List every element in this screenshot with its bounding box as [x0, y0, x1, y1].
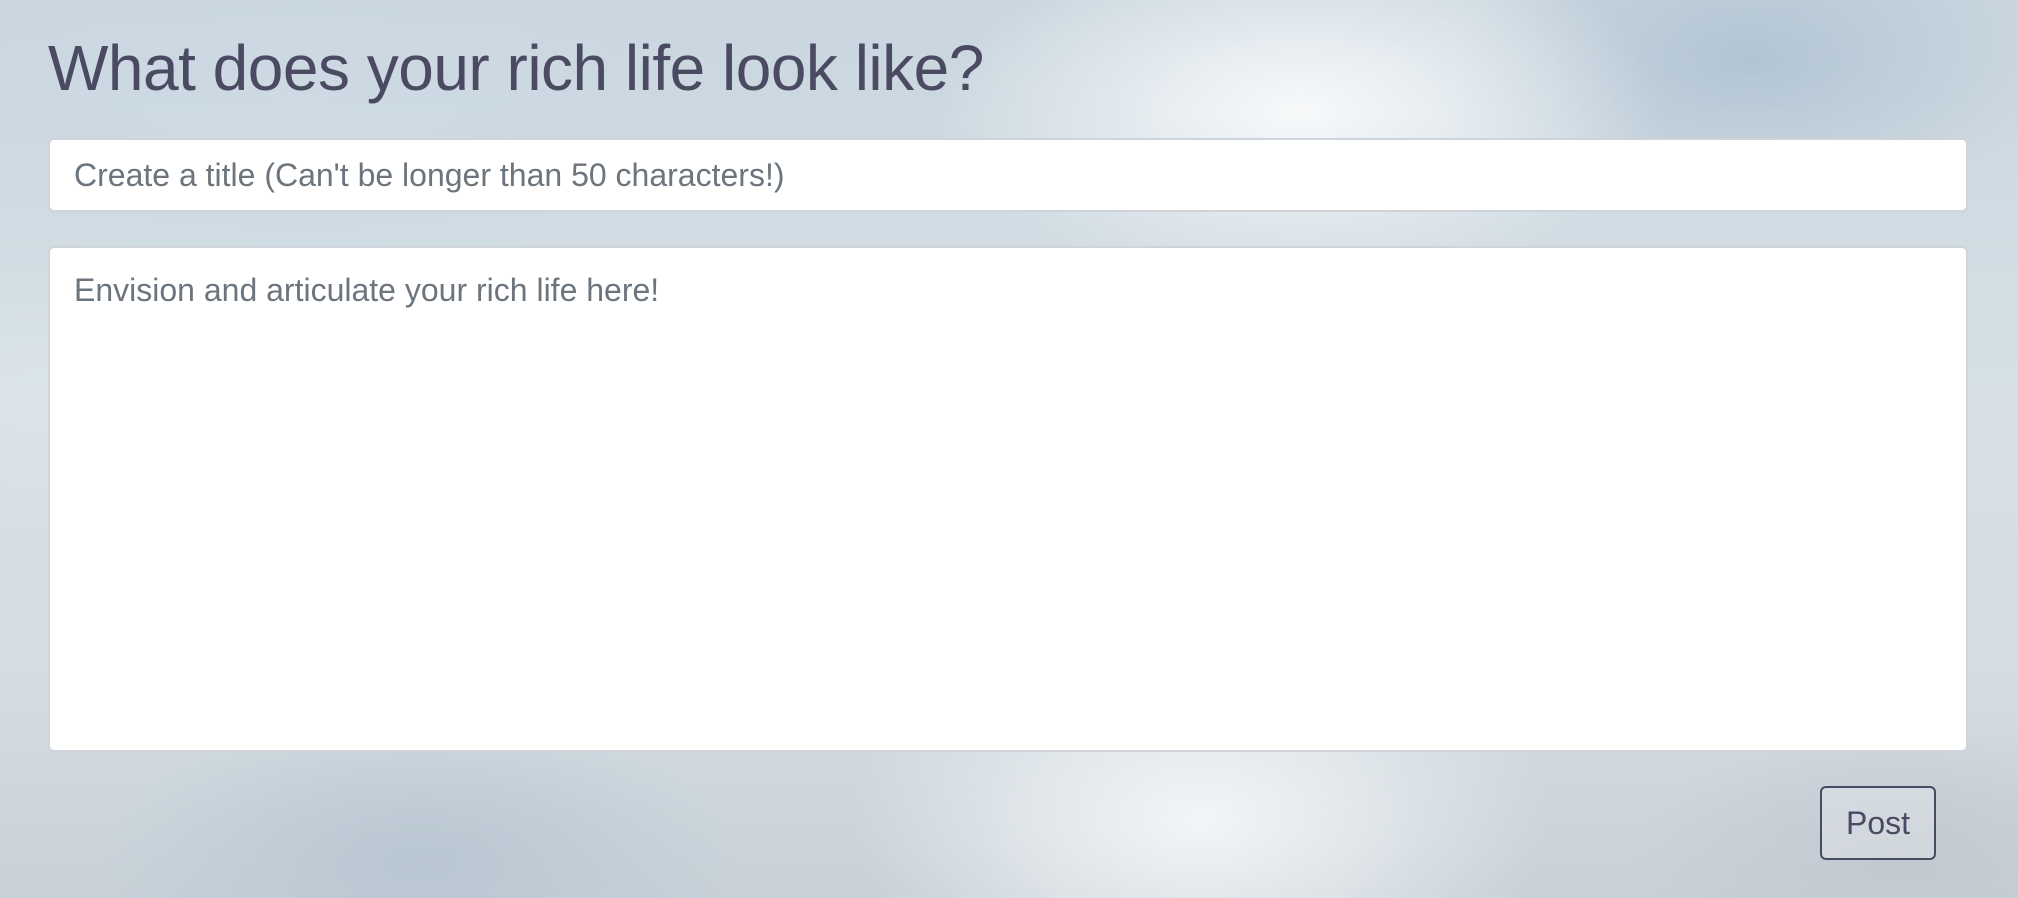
title-input[interactable]	[48, 138, 1968, 212]
page-title: What does your rich life look like?	[48, 32, 984, 104]
post-button[interactable]: Post	[1820, 786, 1936, 860]
rich-life-textarea[interactable]	[48, 246, 1968, 752]
